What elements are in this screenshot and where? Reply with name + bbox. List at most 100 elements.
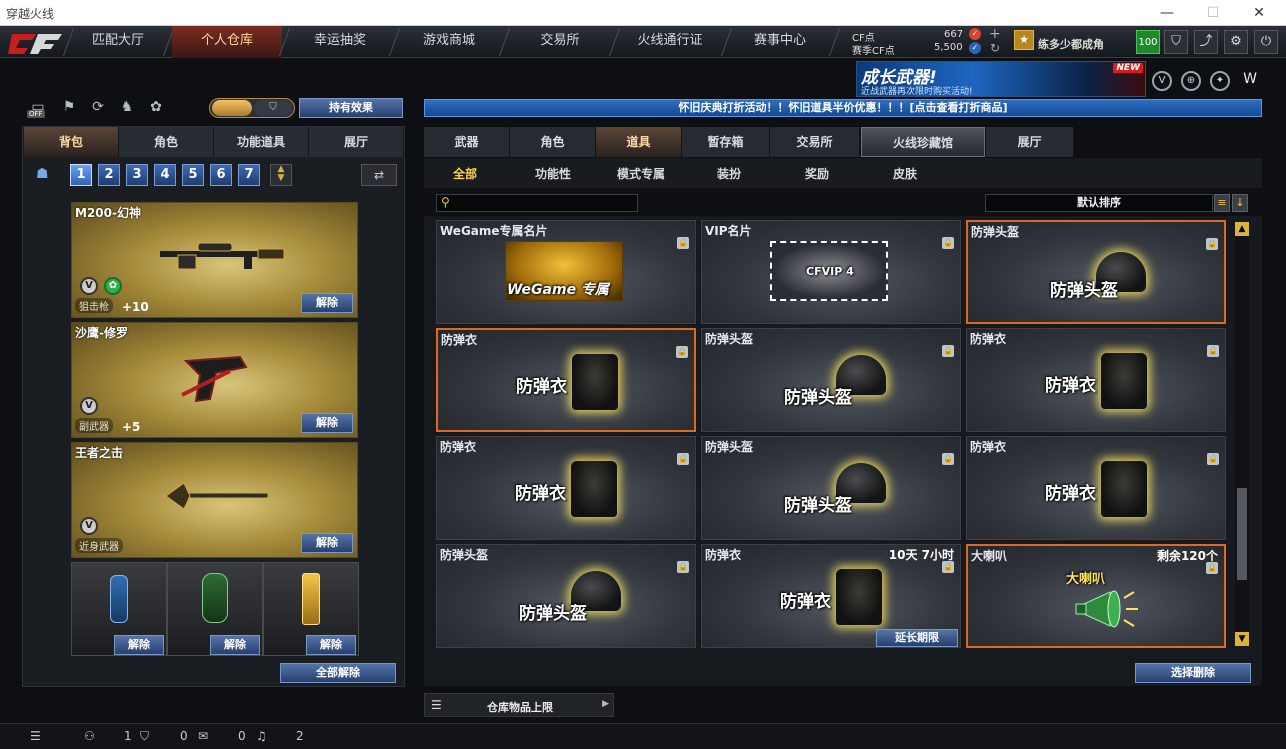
subtab-skin[interactable]: 皮肤 (893, 165, 917, 182)
weapon-slot-melee[interactable]: 王者之击 V 近身武器 解除 (71, 442, 358, 558)
lock-icon[interactable]: 🔒 (942, 237, 954, 249)
lock-icon[interactable]: 🔒 (1207, 453, 1219, 465)
pet-icon[interactable]: ✿ (145, 99, 167, 117)
cycle-icon[interactable]: ⟳ (87, 99, 109, 117)
select-delete-button[interactable]: 选择删除 (1135, 663, 1251, 683)
tab-collection-hall[interactable]: 火线珍藏馆 (861, 127, 985, 157)
lock-icon[interactable]: 🔒 (677, 453, 689, 465)
tab-function-items[interactable]: 功能道具 (214, 127, 309, 157)
friends-icon[interactable]: ⚇ (84, 729, 95, 743)
tab-match-lobby[interactable]: 匹配大厅 (72, 26, 164, 58)
sort-direction-icon[interactable]: ↓ (1232, 194, 1248, 212)
item-card[interactable]: 防弹头盔 🔒 防弹头盔 (701, 436, 961, 540)
gear-icon[interactable]: ⚙ (1224, 30, 1248, 54)
subtab-mode-exclusive[interactable]: 模式专属 (617, 165, 665, 182)
item-card[interactable]: 防弹头盔 🔒 防弹头盔 (436, 544, 696, 648)
wings-icon[interactable]: ✦ (1210, 71, 1230, 91)
unequip-button[interactable]: 解除 (301, 413, 353, 433)
extend-duration-button[interactable]: 延长期限 (876, 629, 958, 647)
page-button-6[interactable]: 6 (210, 164, 232, 186)
unequip-all-button[interactable]: 全部解除 (280, 663, 396, 683)
item-grid-scrollbar[interactable]: ▲ ▼ (1235, 222, 1249, 646)
swap-icon[interactable]: ⇄ (361, 164, 397, 186)
close-button[interactable]: ✕ (1236, 0, 1282, 26)
unequip-button[interactable]: 解除 (114, 635, 164, 655)
page-button-4[interactable]: 4 (154, 164, 176, 186)
shield-mode-icon[interactable]: ⛉ (254, 100, 292, 116)
lock-icon[interactable]: 🔒 (942, 561, 954, 573)
rank-v-icon[interactable]: V (1152, 71, 1172, 91)
power-icon[interactable]: ⏻ (1254, 30, 1278, 54)
weapon-slot-primary[interactable]: M200-幻神 V ✿ 狙击枪 +10 解除 (71, 202, 358, 318)
figure-icon[interactable]: ♞ (116, 99, 138, 117)
grenade-slot-1[interactable]: 解除 (71, 562, 167, 656)
held-effects-button[interactable]: 持有效果 (299, 98, 403, 118)
tab-items[interactable]: 道具 (596, 127, 682, 157)
page-button-1[interactable]: 1 (70, 164, 92, 186)
tab-event-center[interactable]: 赛事中心 (730, 26, 830, 58)
add-points-icon[interactable]: + (989, 26, 1001, 42)
speaker-icon[interactable]: ♫ (256, 729, 267, 743)
unequip-button[interactable]: 解除 (301, 533, 353, 553)
item-card[interactable]: VIP名片 🔒 CFVIP 4 (701, 220, 961, 324)
scrollbar-thumb[interactable] (1237, 488, 1247, 580)
lock-icon[interactable]: 🔒 (942, 345, 954, 357)
grenade-slot-2[interactable]: 解除 (167, 562, 263, 656)
return-icon[interactable]: ⤴ (1194, 30, 1218, 54)
tab-personal-inventory[interactable]: 个人仓库 (172, 26, 282, 58)
tab-game-mall[interactable]: 游戏商城 (398, 26, 500, 58)
tab-exchange-house[interactable]: 交易所 (770, 127, 860, 157)
item-card[interactable]: 防弹衣 🔒 防弹衣 (966, 436, 1226, 540)
chat-icon[interactable]: ✉ (198, 729, 208, 743)
item-card[interactable]: 防弹衣 🔒 防弹衣 (966, 328, 1226, 432)
tab-storage-box[interactable]: 暂存箱 (682, 127, 770, 157)
item-card[interactable]: 防弹衣 10天 7小时 🔒 防弹衣 延长期限 (701, 544, 961, 648)
tab-weapons[interactable]: 武器 (424, 127, 510, 157)
page-button-2[interactable]: 2 (98, 164, 120, 186)
unequip-button[interactable]: 解除 (306, 635, 356, 655)
subtab-outfit[interactable]: 装扮 (717, 165, 741, 182)
grenade-slot-3[interactable]: 解除 (263, 562, 359, 656)
item-card-selected[interactable]: 防弹头盔 🔒 防弹头盔 (966, 220, 1226, 324)
tab-lucky-draw[interactable]: 幸运抽奖 (288, 26, 392, 58)
tab-showroom[interactable]: 展厅 (309, 127, 404, 157)
lock-icon[interactable]: 🔒 (942, 453, 954, 465)
promo-banner[interactable]: 成长武器! 近战武器再次限时购买活动! NEW (856, 61, 1146, 97)
w-logo-icon[interactable]: W (1240, 71, 1260, 91)
expand-arrow-icon[interactable]: ▶ (602, 699, 609, 709)
lock-icon[interactable]: 🔒 (1206, 562, 1218, 574)
page-up-down-button[interactable]: ▲ ▼ (270, 164, 292, 186)
subtab-reward[interactable]: 奖励 (805, 165, 829, 182)
family-icon[interactable]: ⚑ (58, 99, 80, 117)
unequip-button[interactable]: 解除 (301, 293, 353, 313)
sort-dropdown[interactable]: 默认排序 (985, 194, 1213, 212)
scroll-down-arrow-icon[interactable]: ▼ (1235, 632, 1249, 646)
tab-battle-pass[interactable]: 火线通行证 (618, 26, 722, 58)
scroll-up-arrow-icon[interactable]: ▲ (1235, 222, 1249, 236)
shield-icon[interactable]: ⛉ (1164, 30, 1188, 54)
menu-list-icon[interactable]: ☰ (30, 729, 41, 743)
lock-icon[interactable]: 🔒 (677, 237, 689, 249)
page-button-5[interactable]: 5 (182, 164, 204, 186)
shield-status-icon[interactable]: ⛉ (140, 729, 149, 744)
lock-icon[interactable]: 🔒 (1206, 238, 1218, 250)
weapon-slot-secondary[interactable]: 沙鹰-修罗 V 副武器 +5 解除 (71, 322, 358, 438)
capacity-bar[interactable]: ☰ 仓库物品上限 ▶ (424, 693, 614, 717)
subtab-functional[interactable]: 功能性 (535, 165, 571, 182)
subtab-all[interactable]: 全部 (453, 165, 477, 182)
promo-notice[interactable]: 怀旧庆典打折活动！！怀旧道具半价优惠！！！[点击查看打折商品] (424, 99, 1262, 117)
page-button-3[interactable]: 3 (126, 164, 148, 186)
lock-icon[interactable]: 🔒 (1207, 345, 1219, 357)
list-view-icon[interactable]: ≡ (1214, 194, 1230, 212)
search-input[interactable]: ⚲ (436, 194, 638, 212)
maximize-button[interactable]: ☐ (1190, 0, 1236, 26)
item-card-selected[interactable]: 防弹衣 🔒 防弹衣 (436, 328, 696, 432)
mode-toggle[interactable]: ⛉ (209, 98, 295, 118)
refresh-icon[interactable]: ↻ (990, 41, 1000, 55)
unequip-button[interactable]: 解除 (210, 635, 260, 655)
tab-exchange[interactable]: 交易所 (508, 26, 612, 58)
tab-backpack[interactable]: 背包 (24, 127, 119, 157)
item-card[interactable]: 防弹衣 🔒 防弹衣 (436, 436, 696, 540)
item-card[interactable]: WeGame专属名片 🔒 WeGame 专属 (436, 220, 696, 324)
minimize-button[interactable]: — (1144, 0, 1190, 26)
